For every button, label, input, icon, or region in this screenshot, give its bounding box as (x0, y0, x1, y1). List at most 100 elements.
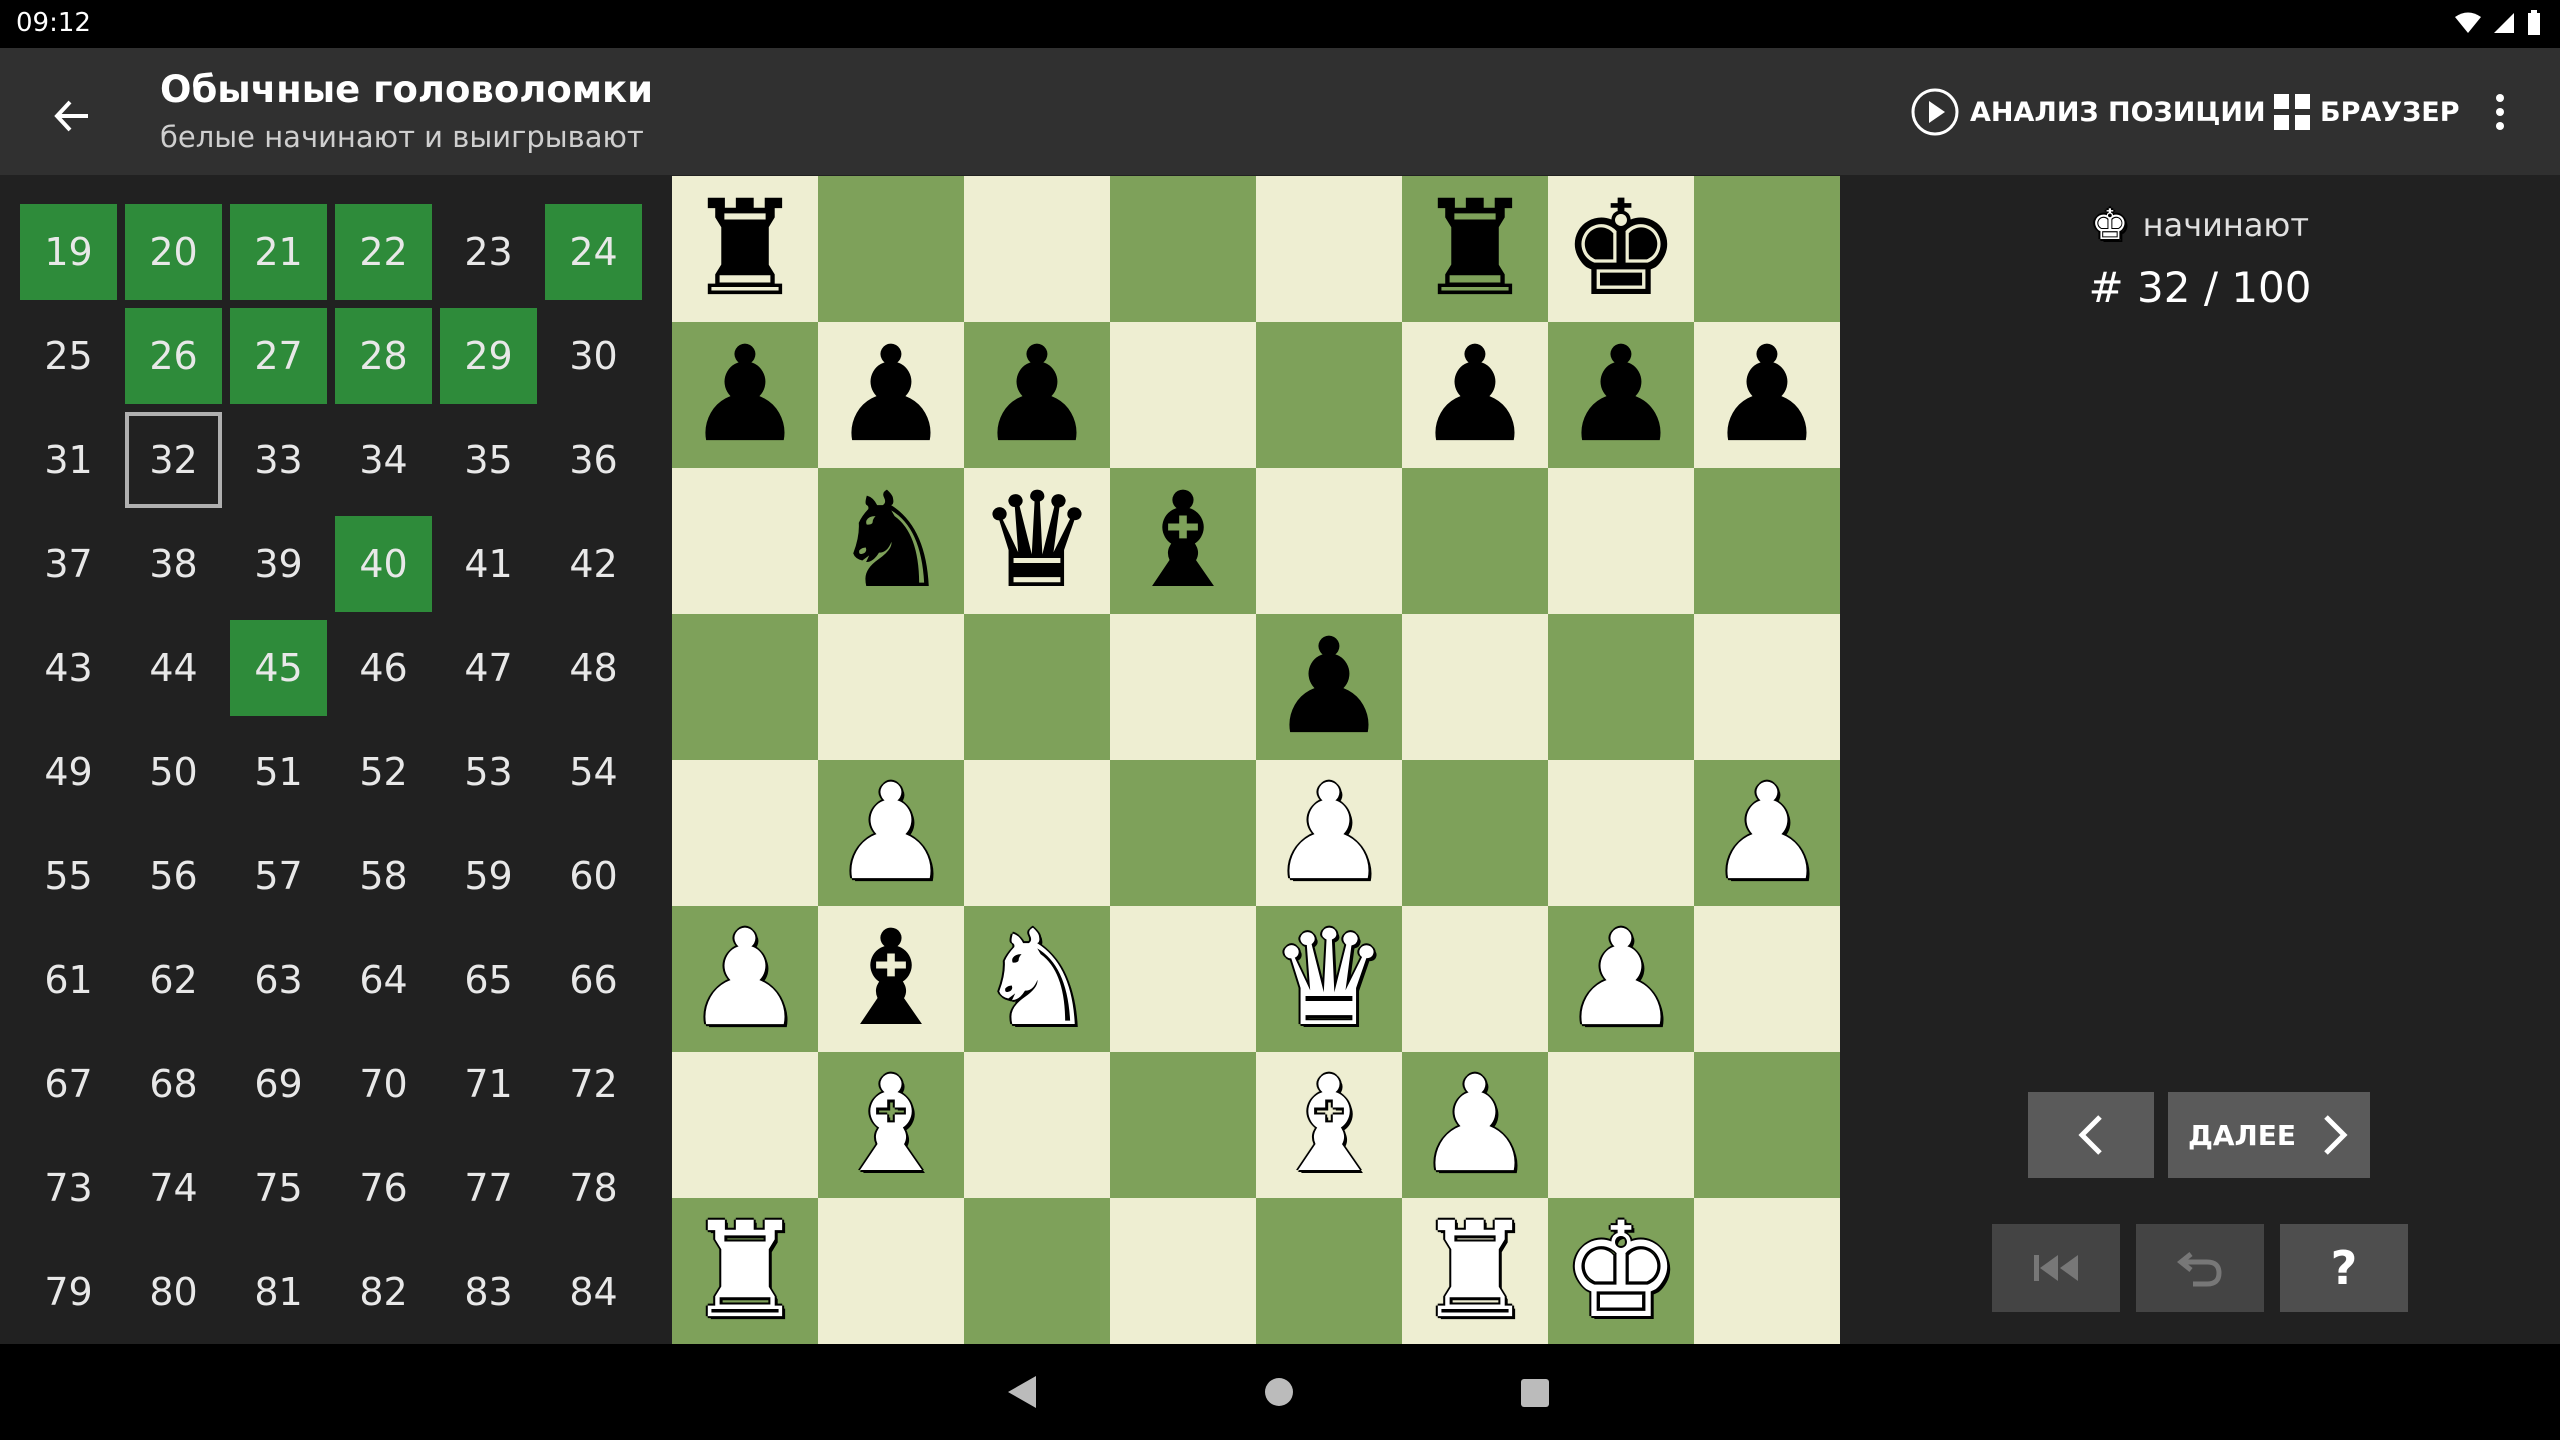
board-square[interactable]: ♝ (1110, 468, 1256, 614)
board-square[interactable]: ♜ (672, 176, 818, 322)
board-square[interactable] (1402, 906, 1548, 1052)
board-square[interactable]: ♞ (964, 906, 1110, 1052)
white-rook-piece[interactable]: ♜ (1416, 1205, 1534, 1337)
board-square[interactable]: ♟ (1548, 906, 1694, 1052)
board-square[interactable]: ♜ (1402, 176, 1548, 322)
board-square[interactable] (818, 176, 964, 322)
next-button[interactable]: ДАЛЕЕ (2168, 1092, 2370, 1178)
board-square[interactable] (1694, 1198, 1840, 1344)
board-square[interactable] (672, 614, 818, 760)
board-square[interactable]: ♞ (818, 468, 964, 614)
white-knight-piece[interactable]: ♞ (978, 913, 1096, 1045)
board-square[interactable] (818, 1198, 964, 1344)
puzzle-cell[interactable]: 70 (335, 1036, 440, 1140)
puzzle-cell[interactable]: 20 (125, 204, 230, 308)
puzzle-cell[interactable]: 45 (230, 620, 335, 724)
board-square[interactable] (1694, 176, 1840, 322)
puzzle-cell[interactable]: 40 (335, 516, 440, 620)
puzzle-cell[interactable]: 60 (545, 828, 650, 932)
puzzle-cell[interactable]: 52 (335, 724, 440, 828)
board-square[interactable]: ♟ (1694, 322, 1840, 468)
puzzle-cell[interactable]: 61 (20, 932, 125, 1036)
puzzle-cell[interactable]: 59 (440, 828, 545, 932)
puzzle-cell[interactable]: 51 (230, 724, 335, 828)
board-square[interactable] (964, 614, 1110, 760)
board-square[interactable] (1256, 322, 1402, 468)
puzzle-cell[interactable]: 46 (335, 620, 440, 724)
puzzle-cell[interactable]: 22 (335, 204, 440, 308)
puzzle-cell[interactable]: 55 (20, 828, 125, 932)
puzzle-cell[interactable]: 74 (125, 1140, 230, 1244)
board-square[interactable] (1256, 468, 1402, 614)
puzzle-cell[interactable]: 21 (230, 204, 335, 308)
puzzle-cell[interactable]: 57 (230, 828, 335, 932)
puzzle-cell[interactable]: 58 (335, 828, 440, 932)
board-square[interactable] (1694, 614, 1840, 760)
board-square[interactable]: ♟ (1256, 614, 1402, 760)
white-king-piece[interactable]: ♚ (1562, 1205, 1680, 1337)
board-square[interactable]: ♟ (1694, 760, 1840, 906)
black-rook-piece[interactable]: ♜ (686, 183, 804, 315)
puzzle-cell[interactable]: 62 (125, 932, 230, 1036)
puzzle-cell[interactable]: 35 (440, 412, 545, 516)
puzzle-cell[interactable]: 83 (440, 1244, 545, 1348)
puzzle-cell[interactable]: 67 (20, 1036, 125, 1140)
white-queen-piece[interactable]: ♛ (1270, 913, 1388, 1045)
board-square[interactable] (1402, 468, 1548, 614)
board-square[interactable]: ♟ (672, 906, 818, 1052)
board-square[interactable] (672, 468, 818, 614)
black-pawn-piece[interactable]: ♟ (1416, 329, 1534, 461)
puzzle-cell[interactable]: 76 (335, 1140, 440, 1244)
board-square[interactable]: ♟ (1402, 322, 1548, 468)
board-square[interactable]: ♜ (672, 1198, 818, 1344)
puzzle-cell[interactable]: 78 (545, 1140, 650, 1244)
puzzle-cell[interactable]: 84 (545, 1244, 650, 1348)
black-bishop-piece[interactable]: ♝ (832, 913, 950, 1045)
puzzle-cell[interactable]: 34 (335, 412, 440, 516)
puzzle-cell[interactable]: 28 (335, 308, 440, 412)
board-square[interactable] (1110, 760, 1256, 906)
board-square[interactable]: ♚ (1548, 1198, 1694, 1344)
nav-home-icon[interactable] (1264, 1377, 1294, 1407)
board-square[interactable]: ♛ (964, 468, 1110, 614)
white-pawn-piece[interactable]: ♟ (1416, 1059, 1534, 1191)
puzzle-cell[interactable]: 42 (545, 516, 650, 620)
white-rook-piece[interactable]: ♜ (686, 1205, 804, 1337)
puzzle-cell[interactable]: 65 (440, 932, 545, 1036)
first-move-button[interactable] (1992, 1224, 2120, 1312)
puzzle-cell[interactable]: 79 (20, 1244, 125, 1348)
board-square[interactable] (1694, 906, 1840, 1052)
board-square[interactable] (1402, 760, 1548, 906)
puzzle-cell[interactable]: 29 (440, 308, 545, 412)
puzzle-cell[interactable]: 56 (125, 828, 230, 932)
puzzle-cell[interactable]: 38 (125, 516, 230, 620)
black-knight-piece[interactable]: ♞ (832, 475, 950, 607)
board-square[interactable]: ♛ (1256, 906, 1402, 1052)
board-square[interactable] (672, 1052, 818, 1198)
previous-button[interactable] (2028, 1092, 2154, 1178)
white-bishop-piece[interactable]: ♝ (1270, 1059, 1388, 1191)
puzzle-cell[interactable]: 75 (230, 1140, 335, 1244)
black-pawn-piece[interactable]: ♟ (832, 329, 950, 461)
board-square[interactable]: ♟ (1256, 760, 1402, 906)
puzzle-cell[interactable]: 24 (545, 204, 650, 308)
more-options-button[interactable] (2480, 86, 2520, 138)
white-pawn-piece[interactable]: ♟ (1270, 767, 1388, 899)
puzzle-cell[interactable]: 41 (440, 516, 545, 620)
black-pawn-piece[interactable]: ♟ (1708, 329, 1826, 461)
black-pawn-piece[interactable]: ♟ (1562, 329, 1680, 461)
white-pawn-piece[interactable]: ♟ (686, 913, 804, 1045)
black-pawn-piece[interactable]: ♟ (686, 329, 804, 461)
puzzle-cell[interactable]: 19 (20, 204, 125, 308)
puzzle-cell[interactable]: 27 (230, 308, 335, 412)
board-square[interactable]: ♝ (1256, 1052, 1402, 1198)
board-square[interactable]: ♚ (1548, 176, 1694, 322)
browser-button[interactable]: БРАУЗЕР (2274, 86, 2460, 138)
nav-recents-icon[interactable] (1520, 1378, 1550, 1408)
board-square[interactable] (1694, 468, 1840, 614)
board-square[interactable] (818, 614, 964, 760)
back-button[interactable] (40, 84, 104, 148)
puzzle-cell[interactable]: 23 (440, 204, 545, 308)
puzzle-cell[interactable]: 44 (125, 620, 230, 724)
board-square[interactable] (1110, 906, 1256, 1052)
